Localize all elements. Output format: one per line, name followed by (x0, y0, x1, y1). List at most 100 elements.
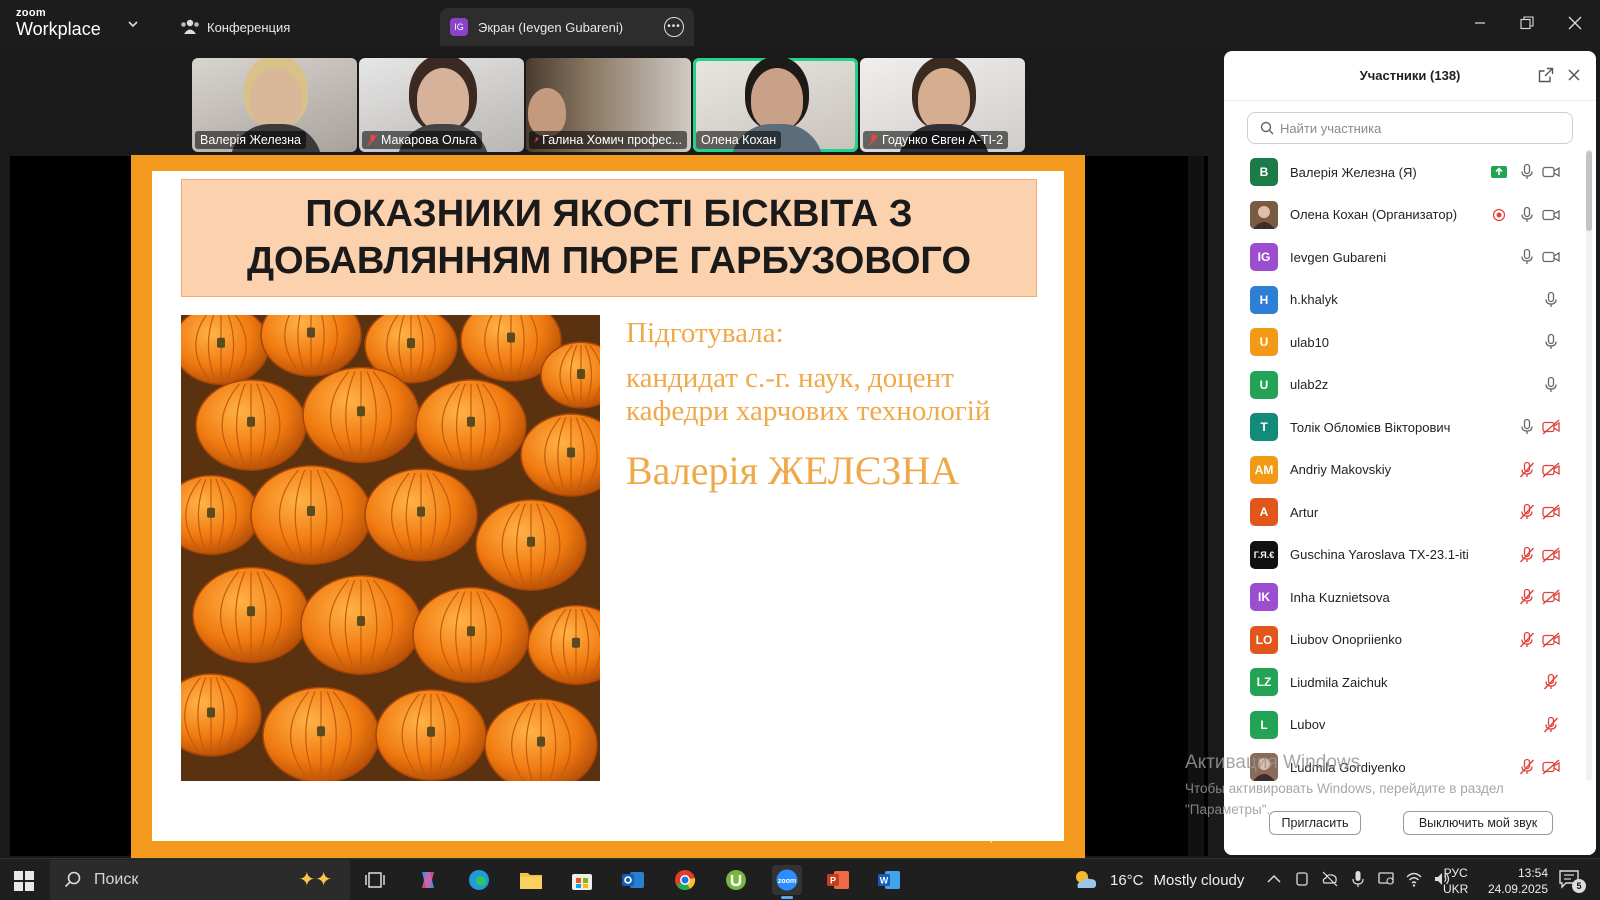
windows-start-icon[interactable] (14, 871, 34, 891)
video-tile[interactable]: Годунко Євген А-ТІ-2 (860, 58, 1025, 152)
microphone-muted-icon[interactable] (1542, 716, 1560, 734)
weather-widget[interactable]: 16°C Mostly cloudy (1072, 865, 1244, 895)
copilot-icon[interactable] (413, 865, 443, 895)
participant-row[interactable]: Uulab2z (1224, 364, 1584, 407)
close-window-button[interactable] (1560, 10, 1590, 36)
video-camera-icon[interactable] (1542, 248, 1560, 266)
taskbar-search[interactable]: Поиск ✦✦ (50, 860, 350, 900)
participant-row[interactable]: IG Ievgen Gubareni (1224, 236, 1584, 279)
participant-row[interactable]: AM Andriy Makovskiy (1224, 449, 1584, 492)
minimize-button[interactable] (1465, 10, 1495, 36)
powerpoint-icon[interactable]: P (823, 865, 853, 895)
task-view-icon[interactable] (360, 865, 390, 895)
edge-icon[interactable] (464, 865, 494, 895)
clock[interactable]: 13:54 24.09.2025 (1486, 865, 1548, 897)
utorrent-icon[interactable] (721, 865, 751, 895)
participant-row[interactable]: A Artur (1224, 491, 1584, 534)
microphone-muted-icon[interactable] (1518, 631, 1536, 649)
participant-row[interactable]: T Толік Обломієв Вікторович (1224, 406, 1584, 449)
video-camera-off-icon[interactable] (1542, 461, 1560, 479)
microphone-muted-icon[interactable] (1518, 546, 1536, 564)
microphone-icon[interactable] (1518, 163, 1536, 181)
close-icon[interactable] (1566, 67, 1582, 83)
display-icon[interactable] (1377, 869, 1395, 889)
participant-row[interactable]: Олена Кохан (Организатор) (1224, 194, 1584, 237)
participant-row[interactable]: Hh.khalyk (1224, 279, 1584, 322)
participant-row[interactable]: LZ Liudmila Zaichuk (1224, 661, 1584, 704)
video-tile[interactable]: Галина Хомич профес... (526, 58, 691, 152)
tab-shared-screen[interactable]: IG Экран (Ievgen Gubareni) ••• (440, 8, 694, 46)
microphone-icon[interactable] (1518, 248, 1536, 266)
notifications-button[interactable]: 5 (1558, 869, 1586, 893)
microphone-muted-icon[interactable] (1518, 588, 1536, 606)
video-camera-off-icon[interactable] (1542, 758, 1560, 776)
microsoft-store-icon[interactable] (567, 865, 597, 895)
video-tile[interactable]: Макарова Ольга (359, 58, 524, 152)
tab-conference[interactable]: Конференция (175, 8, 302, 46)
participant-row[interactable]: IK Inha Kuznietsova (1224, 576, 1584, 619)
more-options-icon[interactable]: ••• (664, 17, 684, 37)
svg-text:W: W (880, 876, 889, 886)
participant-row[interactable]: B Валерія Железна (Я) (1224, 151, 1584, 194)
participant-row[interactable]: Uulab10 (1224, 321, 1584, 364)
microphone-icon[interactable] (1542, 333, 1560, 351)
scroll-thumb[interactable] (1586, 151, 1592, 231)
search-icon (1260, 121, 1274, 135)
video-camera-icon[interactable] (1542, 206, 1560, 224)
restore-button[interactable] (1512, 10, 1542, 36)
participant-row[interactable]: LO Liubov Onopriienko (1224, 619, 1584, 662)
chevron-up-icon[interactable] (1265, 869, 1283, 889)
clock-date: 24.09.2025 (1487, 882, 1548, 896)
participant-avatar: L (1250, 710, 1278, 739)
participant-row[interactable]: Г.Я.€ Guschina Yaroslava ТХ-23.1-iti (1224, 534, 1584, 577)
search-input[interactable] (1280, 120, 1550, 136)
video-camera-off-icon[interactable] (1542, 418, 1560, 436)
video-camera-icon[interactable] (1542, 163, 1560, 181)
participant-row[interactable]: Ludmila Gordiyenko (1224, 746, 1584, 789)
title-bar: zoom Workplace Конференция IG Экран (Iev… (0, 0, 1600, 50)
microphone-muted-icon[interactable] (1518, 503, 1536, 521)
participant-video (250, 68, 302, 130)
mute-me-button[interactable]: Выключить мой звук (1403, 811, 1553, 835)
shared-screen-scrollbar[interactable] (1188, 156, 1204, 856)
microphone-icon[interactable] (1518, 206, 1536, 224)
word-icon[interactable]: W (874, 865, 904, 895)
participant-search[interactable] (1247, 112, 1573, 144)
participant-row[interactable]: L Lubov (1224, 704, 1584, 747)
microphone-icon[interactable] (1542, 376, 1560, 394)
video-strip: Валерія Железна Макарова Ольга Галина Хо… (192, 58, 1026, 152)
chevron-down-icon[interactable] (126, 17, 140, 31)
wifi-icon[interactable] (1405, 869, 1423, 889)
participant-video (417, 68, 469, 130)
microphone-muted-icon[interactable] (1518, 758, 1536, 776)
restore-icon (1520, 16, 1534, 30)
microphone-muted-icon[interactable] (1542, 673, 1560, 691)
participant-avatar: U (1250, 328, 1278, 357)
video-camera-off-icon[interactable] (1542, 631, 1560, 649)
popout-icon[interactable] (1538, 67, 1554, 83)
device-icon[interactable] (1293, 869, 1311, 889)
zoom-logo[interactable]: zoom Workplace (16, 8, 101, 39)
input-language[interactable]: РУС UKR (1443, 865, 1468, 897)
zoom-taskbar-icon[interactable]: zoom (772, 865, 802, 899)
cloud-off-icon[interactable] (1321, 869, 1339, 889)
video-camera-off-icon[interactable] (1542, 588, 1560, 606)
microphone-icon[interactable] (1518, 418, 1536, 436)
microphone-muted-icon[interactable] (1518, 461, 1536, 479)
video-camera-off-icon[interactable] (1542, 546, 1560, 564)
microphone-icon[interactable] (1349, 869, 1367, 889)
participant-name: Artur (1290, 504, 1319, 520)
outlook-icon[interactable] (618, 865, 648, 895)
chrome-icon[interactable] (670, 865, 700, 895)
video-tile-active-speaker[interactable]: Олена Кохан (693, 58, 858, 152)
file-explorer-icon[interactable] (516, 865, 546, 895)
video-camera-off-icon[interactable] (1542, 503, 1560, 521)
clock-time: 13:54 (1517, 866, 1548, 880)
participant-name: Олена Кохан (Организатор) (1290, 207, 1458, 223)
video-tile[interactable]: Валерія Железна (192, 58, 357, 152)
tile-name-text: Макарова Ольга (381, 133, 477, 147)
panel-scrollbar[interactable] (1586, 149, 1592, 781)
author-degree: кандидат с.-г. наук, доцент кафедри харч… (626, 362, 991, 428)
invite-button[interactable]: Пригласить (1269, 811, 1361, 835)
microphone-icon[interactable] (1542, 291, 1560, 309)
